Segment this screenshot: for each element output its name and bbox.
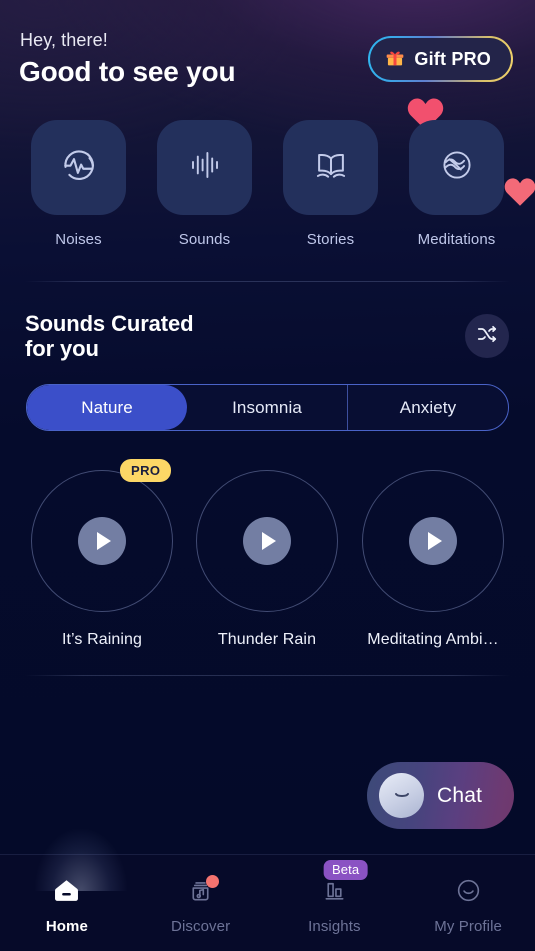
shuffle-button[interactable] (465, 314, 509, 358)
tab-nature[interactable]: Nature (27, 385, 187, 430)
play-icon (97, 532, 111, 550)
nav-label: Insights (308, 917, 361, 935)
sound-card[interactable]: Meditating Ambi… (362, 470, 504, 649)
pulse-circle-icon (59, 145, 99, 190)
music-box-icon (187, 874, 220, 909)
sound-label: It’s Raining (61, 631, 143, 648)
chat-label: Chat (437, 783, 483, 807)
nav-item-home[interactable]: Home (0, 855, 134, 951)
tab-anxiety[interactable]: Anxiety (347, 385, 508, 430)
sound-ring: PRO (31, 459, 173, 612)
greeting-small: Hey, there! (20, 30, 108, 50)
divider-top (25, 281, 510, 282)
curated-section-title: Sounds Curated for you (25, 311, 194, 361)
play-button[interactable] (78, 517, 126, 565)
category-noises[interactable]: Noises (31, 120, 126, 248)
bottom-nav: Home Discover Beta Insights My Profile (0, 855, 535, 951)
gift-pro-button-inner: Gift PRO (370, 38, 511, 80)
tab-label: Anxiety (399, 397, 457, 417)
nav-item-my-profile[interactable]: My Profile (401, 855, 535, 951)
play-button[interactable] (243, 517, 291, 565)
nav-label: Home (45, 917, 88, 935)
greeting-large: Good to see you (19, 56, 236, 87)
gift-pro-button[interactable]: Gift PRO (368, 36, 513, 82)
curated-title-line1: Sounds Curated (25, 311, 194, 336)
chat-button[interactable]: Chat (367, 762, 514, 829)
category-tile (409, 120, 504, 215)
pro-badge: PRO (120, 459, 172, 482)
category-tile (157, 120, 252, 215)
category-tile (283, 120, 378, 215)
tab-label: Nature (81, 397, 133, 417)
wave-circle-icon (438, 146, 476, 189)
header: Hey, there! Good to see you Gift PRO (0, 0, 535, 112)
bottom-navbar: Home Discover Beta Insights My Profile (0, 829, 535, 951)
play-icon (262, 532, 276, 550)
app-root: Hey, there! Good to see you Gift PRO Noi… (0, 0, 535, 951)
sound-card[interactable]: PRO It’s Raining (31, 459, 173, 649)
play-button[interactable] (409, 517, 457, 565)
category-label: Meditations (417, 231, 496, 248)
notification-dot (206, 874, 220, 888)
category-row: Noises Sounds Stories Meditations (0, 120, 535, 260)
play-icon (428, 532, 442, 550)
nav-item-discover[interactable]: Discover (134, 855, 268, 951)
gift-icon (385, 47, 405, 72)
sound-list: PRO It’s Raining Thunder Rain Meditating… (0, 459, 535, 650)
shuffle-icon (476, 323, 498, 350)
tab-insomnia[interactable]: Insomnia (187, 385, 347, 430)
curated-tabs: Nature Insomnia Anxiety (26, 384, 509, 431)
category-sounds[interactable]: Sounds (157, 120, 252, 248)
nav-label: My Profile (434, 917, 502, 935)
curated-title-line2: for you (25, 336, 99, 361)
sound-ring (362, 470, 504, 612)
category-stories[interactable]: Stories (283, 120, 378, 248)
beta-badge: Beta (324, 860, 368, 880)
category-label: Stories (306, 231, 355, 248)
sound-card[interactable]: Thunder Rain (196, 470, 338, 649)
sound-ring (196, 470, 338, 612)
nav-item-insights[interactable]: Beta Insights (268, 855, 402, 951)
divider-bottom (25, 675, 510, 676)
category-label: Noises (55, 231, 102, 248)
category-label: Sounds (178, 231, 231, 248)
bar-chart-icon (321, 877, 348, 909)
nav-label: Discover (171, 917, 231, 935)
tab-label: Insomnia (232, 397, 302, 417)
chat-avatar-icon (379, 773, 424, 818)
category-tile (31, 120, 126, 215)
smiley-icon (455, 877, 482, 909)
sound-label: Meditating Ambi… (367, 631, 499, 648)
home-icon (53, 877, 80, 909)
open-book-icon (312, 146, 350, 189)
waveform-bars-icon (187, 147, 223, 188)
sound-label: Thunder Rain (217, 631, 317, 648)
gift-pro-label: Gift PRO (414, 48, 491, 69)
category-meditations[interactable]: Meditations (409, 120, 504, 248)
